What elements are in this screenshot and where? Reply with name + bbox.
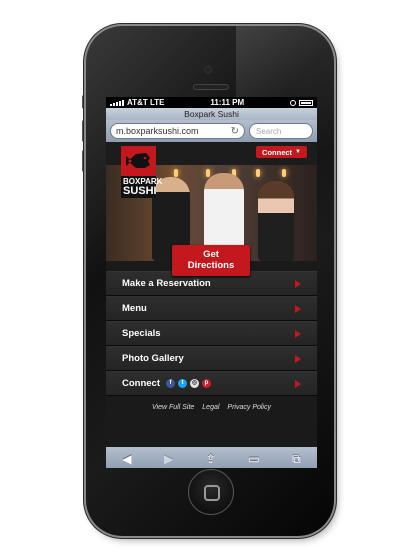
share-icon[interactable]: ⇪ [206,452,216,466]
signal-icon [110,99,124,106]
site-footer: View Full Site Legal Privacy Policy [106,399,317,415]
pinterest-icon[interactable]: p [202,379,211,388]
diner-woman [258,181,294,261]
arrow-right-icon [295,354,301,363]
menu-item-label: Specials [122,328,161,339]
pendant-lamp [256,169,260,177]
status-bar: AT&T LTE 11:11 PM [106,97,317,108]
get-directions-line1: Get [203,249,219,260]
fish-logo-icon [121,146,156,176]
arrow-right-icon [295,379,301,388]
tabs-icon[interactable]: ⧉ [292,452,301,467]
legal-link[interactable]: Legal [202,404,219,411]
phone-frame: AT&T LTE 11:11 PM Boxpark Sushi m.boxpar… [86,26,334,536]
pendant-lamp [206,169,210,177]
carrier-label: AT&T [127,98,148,107]
menu-item-menu[interactable]: Menu [106,296,317,321]
battery-icon [298,99,313,106]
pendant-lamp [174,169,178,177]
clock: 11:11 PM [210,98,245,107]
pendant-lamp [282,169,286,177]
forward-icon[interactable]: ▶ [164,452,173,466]
front-camera [204,66,212,74]
page-title: Boxpark Sushi [106,108,317,120]
get-directions-line2: Directions [187,260,235,271]
view-full-site-link[interactable]: View Full Site [152,404,194,411]
facebook-icon[interactable]: f [166,379,175,388]
get-directions-button[interactable]: Get Directions [172,245,250,276]
browser-address-bar: m.boxparksushi.com ↻ Search [106,120,317,142]
privacy-policy-link[interactable]: Privacy Policy [227,404,271,411]
arrow-right-icon [295,279,301,288]
browser-toolbar: ◀ ▶ ⇪ ▭ ⧉ [106,447,317,468]
menu-item-label: Connect [122,378,160,389]
reload-icon[interactable]: ↻ [231,126,239,137]
connect-dropdown-label: Connect [262,147,293,157]
menu-item-label: Make a Reservation [122,278,211,289]
search-field[interactable]: Search [249,123,313,139]
logo-text-line2: SUSHI [123,185,157,197]
lock-rotation-icon [289,99,296,106]
site-content: Connect ▼ BOXPARK SUSHI Get Directions M… [106,142,317,415]
menu-item-specials[interactable]: Specials [106,321,317,346]
connect-dropdown-button[interactable]: Connect ▼ [256,146,307,158]
menu-item-label: Menu [122,303,147,314]
arrow-right-icon [295,304,301,313]
url-text: m.boxparksushi.com [116,126,199,136]
main-menu: Make a Reservation Menu Specials Photo G… [106,271,317,396]
site-logo[interactable]: BOXPARK SUSHI [121,146,162,198]
url-field[interactable]: m.boxparksushi.com ↻ [110,123,245,139]
network-label: LTE [149,98,165,107]
menu-item-label: Photo Gallery [122,353,184,364]
menu-item-photo-gallery[interactable]: Photo Gallery [106,346,317,371]
instagram-icon[interactable]: ◎ [190,379,199,388]
arrow-right-icon [295,329,301,338]
bookmarks-icon[interactable]: ▭ [248,452,259,466]
back-icon[interactable]: ◀ [122,452,131,466]
menu-item-connect[interactable]: Connect f t ◎ p [106,371,317,396]
phone-screen: AT&T LTE 11:11 PM Boxpark Sushi m.boxpar… [106,97,317,468]
chevron-down-icon: ▼ [295,149,301,155]
twitter-icon[interactable]: t [178,379,187,388]
home-button[interactable] [188,469,234,515]
earpiece-speaker [193,84,229,90]
